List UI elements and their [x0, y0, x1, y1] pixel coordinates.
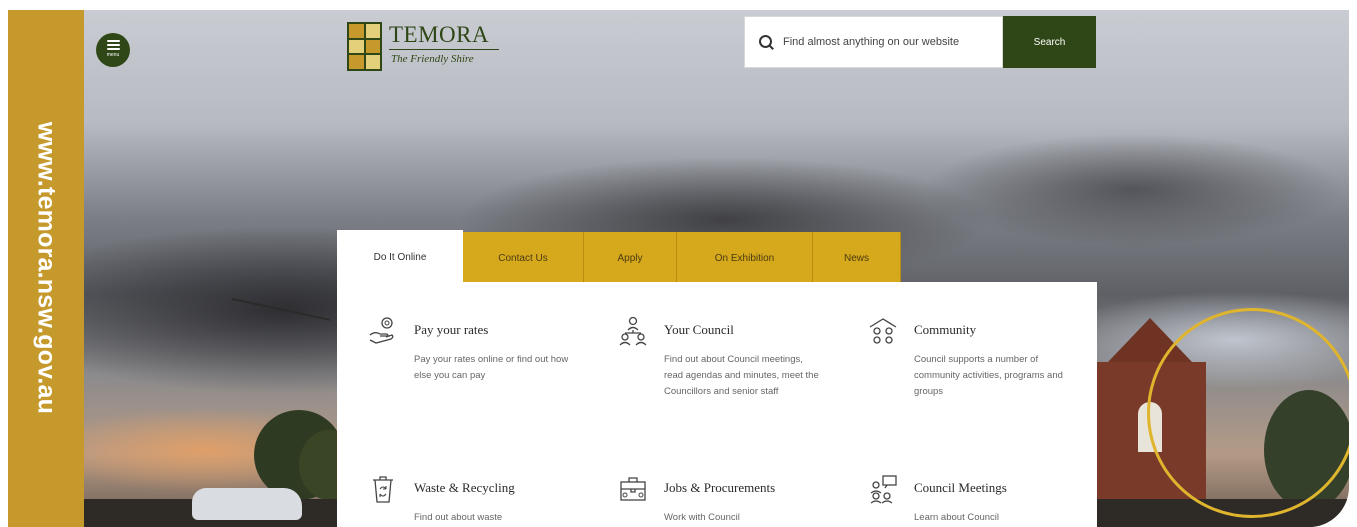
card-title: Jobs & Procurements [664, 480, 776, 495]
parked-car [192, 488, 302, 520]
card-title: Community [914, 322, 977, 337]
tab-news[interactable]: News [813, 232, 901, 284]
page-frame: www.temora.nsw.gov.au menu TEMORA The Fr… [0, 0, 1357, 527]
logo-tagline: The Friendly Shire [391, 53, 474, 65]
do-it-online-panel: Pay your rates Pay your rates online or … [337, 282, 1097, 527]
search-bar [744, 16, 1003, 68]
search-icon [759, 35, 773, 49]
quick-links-tabs: Do It Online Contact Us Apply On Exhibit… [337, 230, 901, 284]
logo-divider [389, 49, 499, 50]
tab-contact-us[interactable]: Contact Us [463, 232, 584, 284]
card-description: Learn about Council [914, 512, 1000, 523]
search-input[interactable] [783, 36, 993, 48]
decorative-gold-ring [1147, 308, 1349, 518]
card-description: Work with Council [664, 512, 740, 523]
temora-logo[interactable]: TEMORA The Friendly Shire [347, 22, 507, 72]
logo-emblem-icon [347, 22, 382, 71]
search-button[interactable]: Search [1003, 16, 1096, 68]
people-hierarchy-icon [619, 316, 647, 346]
tab-do-it-online[interactable]: Do It Online [337, 230, 463, 284]
website-url-label: www.temora.nsw.gov.au [32, 121, 61, 415]
hand-coin-icon [369, 317, 394, 344]
card-title: Pay your rates [414, 322, 489, 337]
menu-button[interactable]: menu [96, 33, 130, 67]
card-title: Waste & Recycling [414, 480, 515, 495]
community-house-icon [869, 318, 897, 344]
recycling-bin-icon [373, 476, 393, 503]
card-title: Council Meetings [914, 480, 1007, 495]
street-lamp [231, 298, 331, 321]
card-description: Council supports a number of community a… [914, 354, 1063, 397]
card-description: Find out about Council meetings, read ag… [664, 354, 819, 397]
logo-title: TEMORA [389, 22, 490, 47]
menu-label: menu [106, 52, 120, 58]
meeting-presentation-icon [870, 475, 897, 504]
tab-on-exhibition[interactable]: On Exhibition [677, 232, 813, 284]
card-description: Find out about waste [414, 512, 503, 523]
card-description: Pay your rates online or find out how el… [414, 354, 569, 381]
card-title: Your Council [664, 322, 734, 337]
briefcase-icon [620, 477, 646, 501]
tab-apply[interactable]: Apply [584, 232, 677, 284]
hamburger-icon [106, 40, 120, 50]
